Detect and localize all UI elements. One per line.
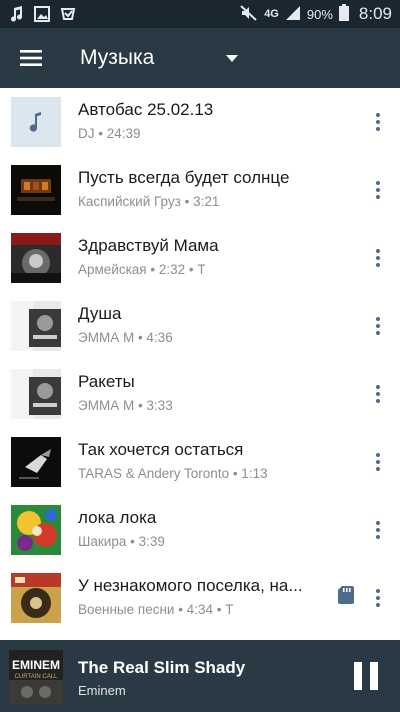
track-list: Автобас 25.02.13 DJ • 24:39 Пусть всегда… — [0, 88, 400, 640]
mute-icon — [240, 4, 258, 24]
image-icon — [34, 6, 50, 22]
check-icon — [60, 6, 76, 22]
music-note-icon — [8, 6, 24, 22]
track-subtitle: ЭММА М • 3:33 — [78, 398, 173, 413]
app-bar: Музыка — [0, 28, 400, 88]
track-title: У незнакомого поселка, на... — [78, 576, 303, 595]
track-art — [11, 301, 61, 351]
track-art — [11, 505, 61, 555]
track-title: Так хочется остаться — [78, 440, 244, 459]
more-vertical-icon[interactable] — [366, 584, 390, 612]
now-playing-bar[interactable]: EMINEM CURTAIN CALL The Real Slim Shady … — [0, 640, 400, 712]
now-playing-title: The Real Slim Shady — [78, 658, 246, 677]
track-row[interactable]: У незнакомого поселка, на... Военные пес… — [0, 564, 400, 632]
track-subtitle: DJ • 24:39 — [78, 126, 141, 141]
more-vertical-icon[interactable] — [366, 176, 390, 204]
track-art — [11, 369, 61, 419]
track-title: лока лока — [78, 508, 157, 527]
track-row[interactable]: Автобас 25.02.13 DJ • 24:39 — [0, 88, 400, 156]
page-title[interactable]: Музыка — [80, 46, 154, 70]
track-art-placeholder — [11, 97, 61, 147]
more-vertical-icon[interactable] — [366, 312, 390, 340]
more-vertical-icon[interactable] — [366, 448, 390, 476]
track-row[interactable]: Ракеты ЭММА М • 3:33 — [0, 360, 400, 428]
track-row[interactable]: Душа ЭММА М • 4:36 — [0, 292, 400, 360]
notification-icons — [8, 6, 76, 22]
art-subtitle-text: CURTAIN CALL — [15, 674, 58, 680]
track-art — [11, 437, 61, 487]
more-vertical-icon[interactable] — [366, 516, 390, 544]
art-title-text: EMINEM — [12, 658, 60, 672]
track-row[interactable]: Пусть всегда будет солнце Каспийский Гру… — [0, 156, 400, 224]
track-title: Пусть всегда будет солнце — [78, 168, 290, 187]
track-title: Здравствуй Мама — [78, 236, 219, 255]
track-subtitle: Каспийский Груз • 3:21 — [78, 194, 220, 209]
dropdown-arrow-icon[interactable] — [220, 46, 244, 70]
track-art — [11, 165, 61, 215]
track-art — [11, 233, 61, 283]
track-title: Ракеты — [78, 372, 135, 391]
track-art — [11, 573, 61, 623]
more-vertical-icon[interactable] — [366, 244, 390, 272]
more-vertical-icon[interactable] — [366, 380, 390, 408]
sd-card-icon — [338, 586, 354, 604]
track-row[interactable]: лока лока Шакира • 3:39 — [0, 496, 400, 564]
track-subtitle: ЭММА М • 4:36 — [78, 330, 173, 345]
track-subtitle: Армейская • 2:32 • T — [78, 262, 206, 277]
network-type: 4G — [264, 8, 279, 20]
battery-icon — [338, 4, 349, 24]
track-subtitle: TARAS & Andery Toronto • 1:13 — [78, 466, 268, 481]
pause-icon[interactable] — [354, 662, 378, 690]
clock: 8:09 — [358, 4, 392, 23]
battery-percent: 90% — [306, 6, 333, 22]
track-subtitle: Шакира • 3:39 — [78, 534, 165, 549]
status-bar: 4G 90% 8:09 — [0, 0, 400, 28]
hamburger-menu-icon[interactable] — [0, 28, 62, 88]
now-playing-artist: Eminem — [78, 683, 126, 698]
track-row[interactable]: Так хочется остаться TARAS & Andery Toro… — [0, 428, 400, 496]
now-playing-art: EMINEM CURTAIN CALL — [9, 650, 63, 704]
signal-icon — [285, 5, 301, 24]
track-row[interactable]: Здравствуй Мама Армейская • 2:32 • T — [0, 224, 400, 292]
track-subtitle: Военные песни • 4:34 • T — [78, 602, 234, 617]
track-title: Душа — [78, 304, 122, 323]
system-icons: 4G 90% 8:09 — [240, 4, 392, 24]
more-vertical-icon[interactable] — [366, 108, 390, 136]
track-title: Автобас 25.02.13 — [78, 100, 214, 119]
